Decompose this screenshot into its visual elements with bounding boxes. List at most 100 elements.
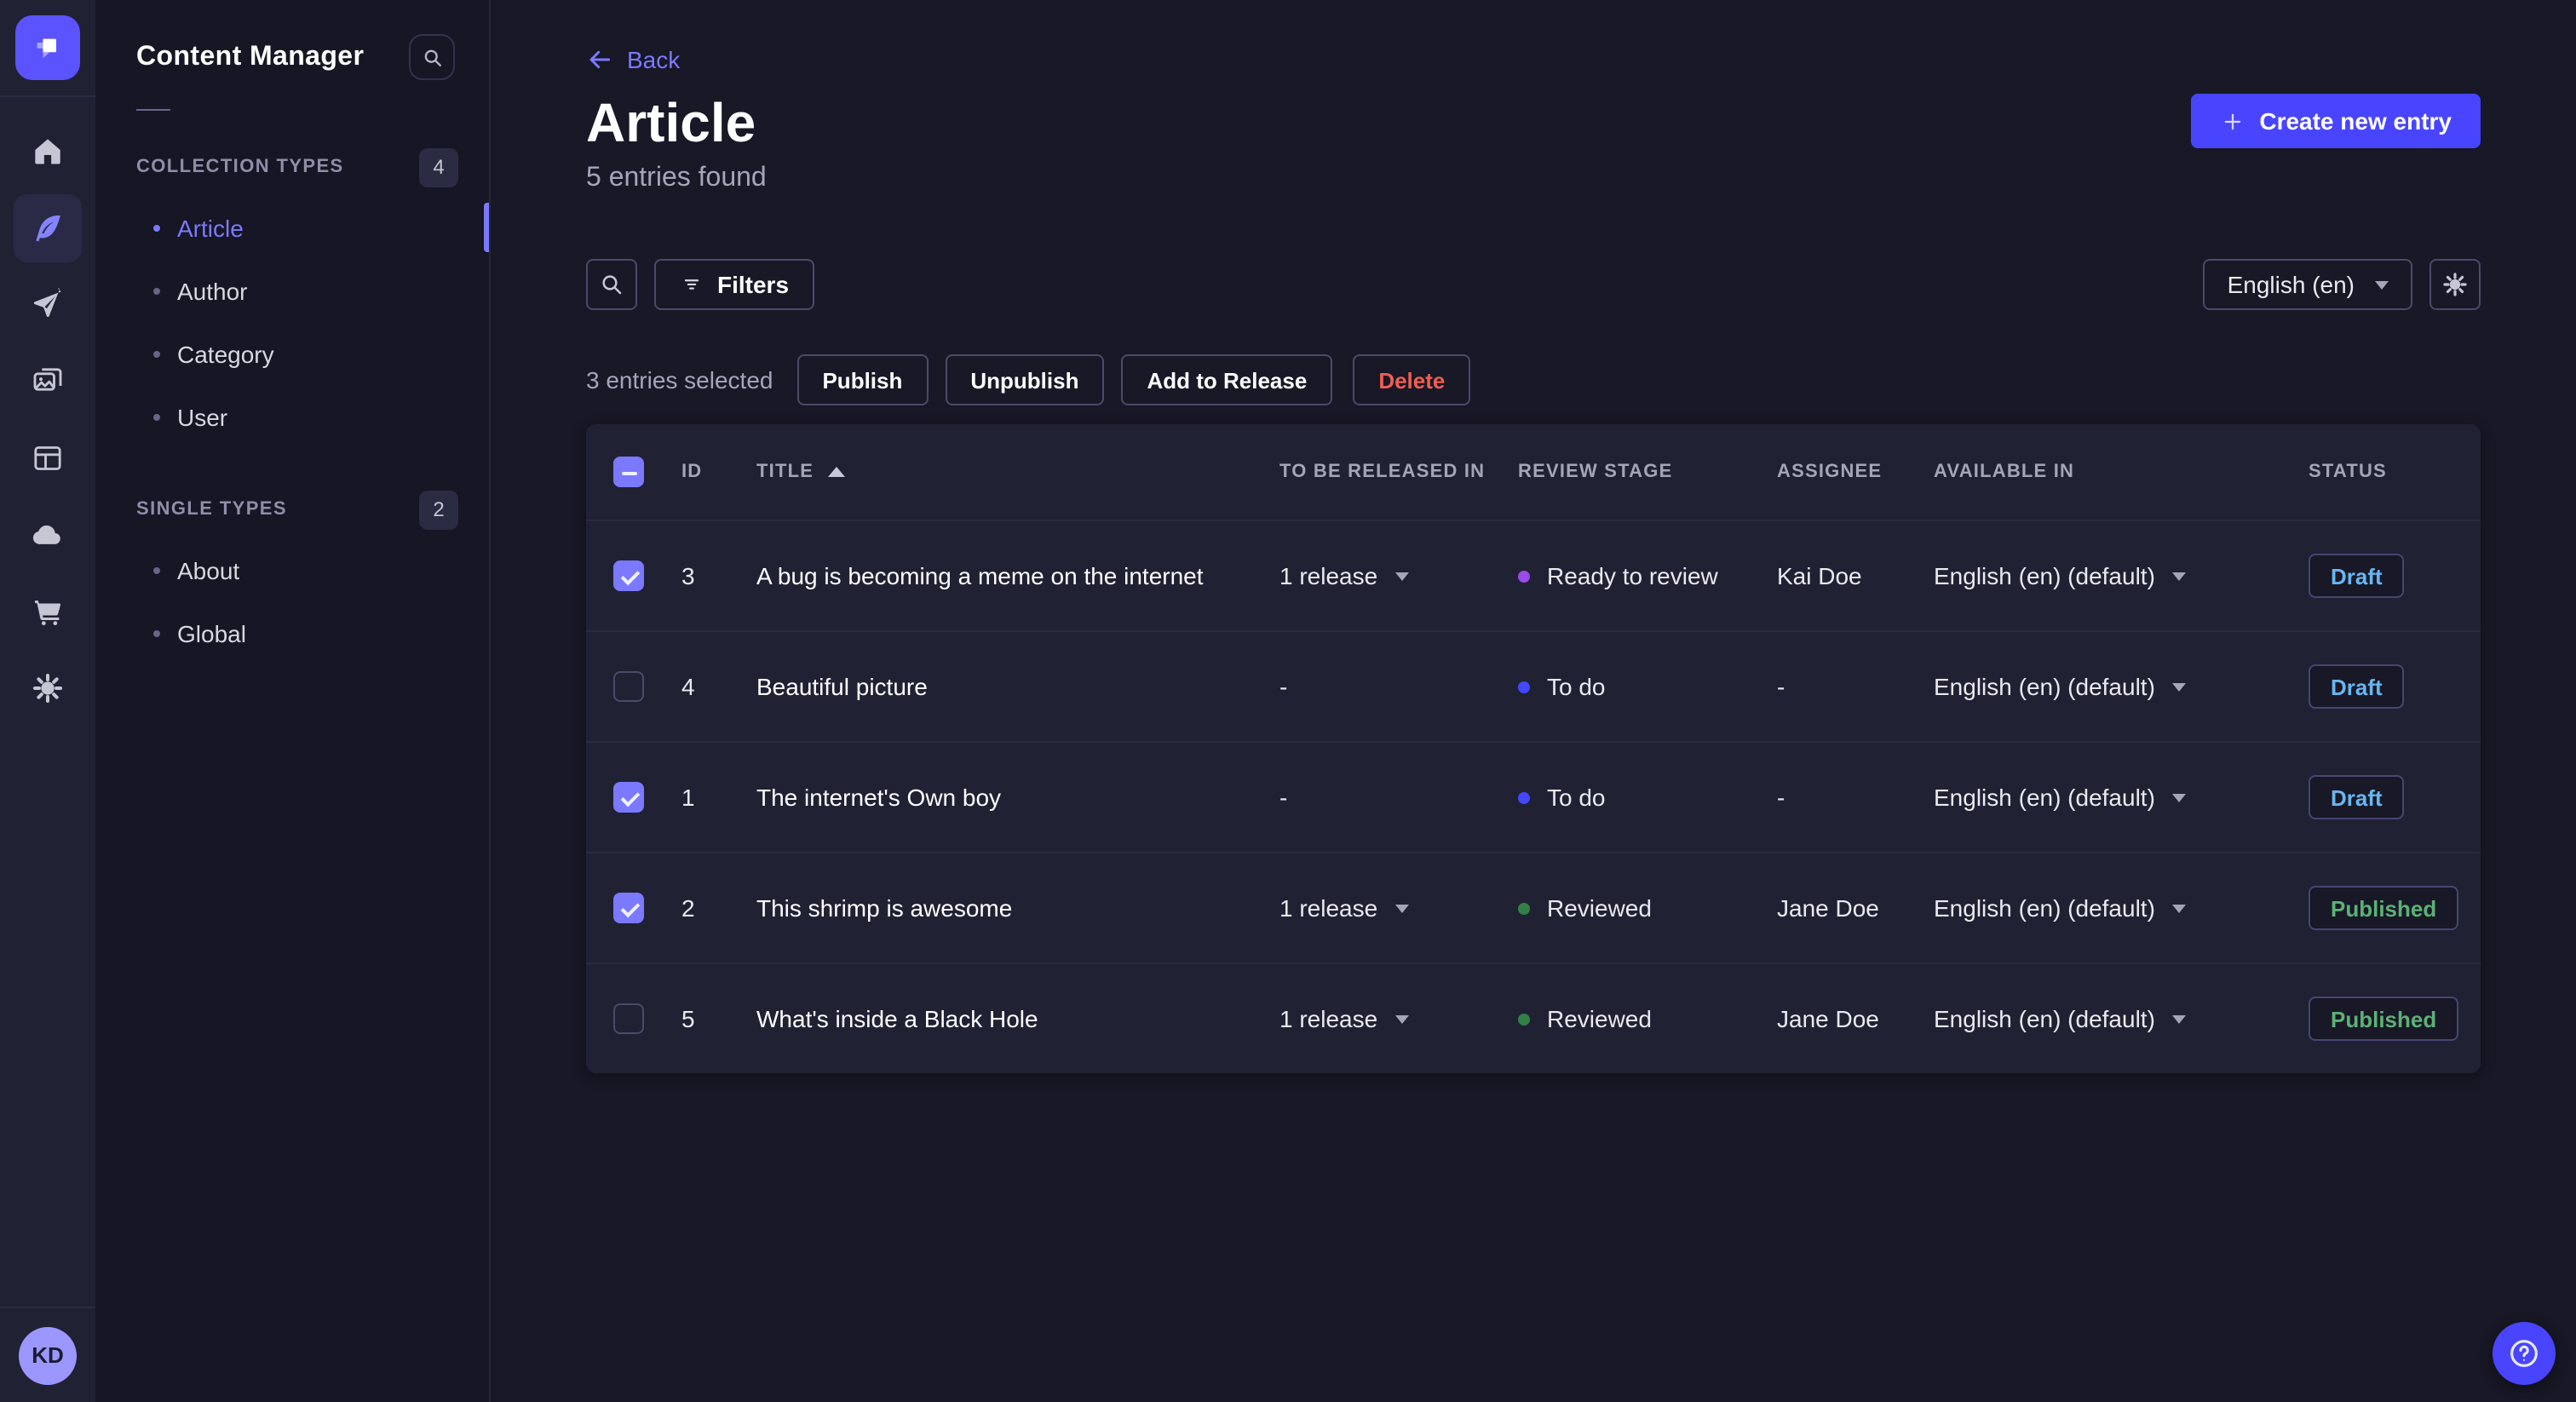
- app-window: KD Content Manager COLLECTION TYPES 4 Ar…: [0, 0, 2576, 1402]
- single-types-section: SINGLE TYPES 2 About Global: [95, 489, 489, 664]
- row-checkbox[interactable]: [613, 782, 644, 813]
- unpublish-button[interactable]: Unpublish: [945, 354, 1105, 405]
- releases-icon[interactable]: [14, 271, 82, 339]
- sort-ascending-icon: [827, 467, 845, 477]
- sidebar-item-author[interactable]: Author: [95, 259, 489, 322]
- row-checkbox[interactable]: [613, 671, 644, 702]
- main-content: Back Article 5 entries found Create new …: [491, 0, 2576, 1402]
- marketplace-icon[interactable]: [14, 577, 82, 646]
- settings-icon[interactable]: [14, 654, 82, 722]
- filters-label: Filters: [717, 271, 790, 298]
- sidebar-item-global[interactable]: Global: [95, 601, 489, 664]
- cell-title: The internet's Own boy: [756, 784, 1002, 811]
- locale-selected-value: English (en): [2227, 271, 2355, 298]
- bulk-actions-bar: 3 entries selected Publish Unpublish Add…: [586, 354, 2481, 405]
- publish-button[interactable]: Publish: [796, 354, 929, 405]
- collection-types-count-badge: 4: [419, 147, 458, 187]
- media-library-icon[interactable]: [14, 348, 82, 416]
- chevron-down-icon: [2171, 572, 2186, 581]
- cell-available-in[interactable]: English (en) (default): [1934, 673, 2309, 700]
- status-badge: Published: [2309, 997, 2459, 1041]
- chevron-down-icon: [2375, 281, 2389, 290]
- content-manager-subnav: Content Manager COLLECTION TYPES 4 Artic…: [95, 0, 491, 1402]
- status-badge: Draft: [2309, 775, 2405, 819]
- content-manager-icon[interactable]: [14, 194, 82, 262]
- sidebar-item-label: Global: [177, 619, 246, 646]
- bullet-icon: [153, 287, 160, 294]
- cell-title: A bug is becoming a meme on the internet: [756, 562, 1204, 589]
- cell-available-in[interactable]: English (en) (default): [1934, 1005, 2309, 1032]
- row-checkbox[interactable]: [613, 560, 644, 591]
- cell-released[interactable]: 1 release: [1279, 1005, 1518, 1032]
- sidebar-item-label: Category: [177, 340, 274, 367]
- strapi-logo-glyph: [37, 38, 56, 59]
- logo-section: [0, 0, 95, 97]
- status-badge: Draft: [2309, 554, 2405, 598]
- content-type-builder-icon[interactable]: [14, 424, 82, 492]
- back-link[interactable]: Back: [586, 46, 680, 73]
- table-row[interactable]: 1 The internet's Own boy - To do - Engli…: [586, 741, 2481, 852]
- column-header-title[interactable]: TITLE: [756, 462, 1279, 482]
- table-row[interactable]: 2 This shrimp is awesome 1 release Revie…: [586, 852, 2481, 962]
- cell-review-stage: To do: [1518, 673, 1777, 700]
- collection-types-label: COLLECTION TYPES: [136, 157, 344, 177]
- cell-available-in[interactable]: English (en) (default): [1934, 562, 2309, 589]
- user-avatar[interactable]: KD: [19, 1326, 77, 1384]
- sidebar-item-article[interactable]: Article: [95, 196, 489, 259]
- cell-review-stage: Reviewed: [1518, 1005, 1777, 1032]
- table-row[interactable]: 4 Beautiful picture - To do - English (e…: [586, 630, 2481, 741]
- search-icon: [602, 275, 622, 295]
- gear-icon: [2443, 273, 2467, 296]
- column-header-id: ID: [681, 462, 703, 482]
- bullet-icon: [153, 224, 160, 231]
- cell-released: -: [1279, 673, 1288, 700]
- cell-id: 4: [681, 673, 695, 700]
- status-badge: Draft: [2309, 664, 2405, 709]
- stage-dot-icon: [1518, 791, 1530, 803]
- cell-review-stage: Reviewed: [1518, 894, 1777, 922]
- chevron-down-icon: [1394, 572, 1409, 581]
- table-header-row: ID TITLE TO BE RELEASED IN REVIEW STAGE …: [586, 424, 2481, 520]
- bullet-icon: [153, 350, 160, 357]
- row-checkbox[interactable]: [613, 1003, 644, 1034]
- sidebar-item-label: Article: [177, 214, 244, 241]
- table-row[interactable]: 3 A bug is becoming a meme on the intern…: [586, 520, 2481, 630]
- sidebar-item-about[interactable]: About: [95, 538, 489, 601]
- subnav-title: Content Manager: [136, 42, 365, 71]
- page-heading: Article 5 entries found: [586, 90, 767, 194]
- stage-dot-icon: [1518, 681, 1530, 692]
- chevron-down-icon: [1394, 1015, 1409, 1024]
- delete-button[interactable]: Delete: [1353, 354, 1471, 405]
- add-to-release-button[interactable]: Add to Release: [1121, 354, 1333, 405]
- cell-available-in[interactable]: English (en) (default): [1934, 894, 2309, 922]
- page-title: Article: [586, 92, 756, 153]
- sidebar-item-user[interactable]: User: [95, 385, 489, 448]
- subnav-search-button[interactable]: [409, 34, 455, 80]
- row-checkbox[interactable]: [613, 893, 644, 923]
- cloud-icon[interactable]: [14, 501, 82, 569]
- create-new-entry-button[interactable]: Create new entry: [2191, 94, 2481, 148]
- profile-section: KD: [0, 1307, 95, 1402]
- locale-select[interactable]: English (en): [2203, 259, 2412, 310]
- cell-released[interactable]: 1 release: [1279, 894, 1518, 922]
- chevron-down-icon: [2171, 905, 2186, 913]
- cell-title: This shrimp is awesome: [756, 894, 1013, 922]
- strapi-logo[interactable]: [15, 15, 80, 80]
- home-icon[interactable]: [14, 118, 82, 186]
- stage-dot-icon: [1518, 902, 1530, 914]
- search-button[interactable]: [586, 259, 637, 310]
- filters-button[interactable]: Filters: [654, 259, 815, 310]
- cell-released[interactable]: 1 release: [1279, 562, 1518, 589]
- table-row[interactable]: 5 What's inside a Black Hole 1 release R…: [586, 962, 2481, 1073]
- main-nav-rail: KD: [0, 0, 95, 1402]
- select-all-checkbox[interactable]: [613, 457, 644, 487]
- entries-count: 5 entries found: [586, 164, 767, 192]
- sidebar-item-category[interactable]: Category: [95, 322, 489, 385]
- create-new-entry-label: Create new entry: [2259, 107, 2452, 135]
- help-button[interactable]: [2493, 1322, 2556, 1385]
- view-settings-button[interactable]: [2429, 259, 2481, 310]
- cell-available-in[interactable]: English (en) (default): [1934, 784, 2309, 811]
- filter-icon: [684, 279, 699, 290]
- cell-title: Beautiful picture: [756, 673, 928, 700]
- cell-released: -: [1279, 784, 1288, 811]
